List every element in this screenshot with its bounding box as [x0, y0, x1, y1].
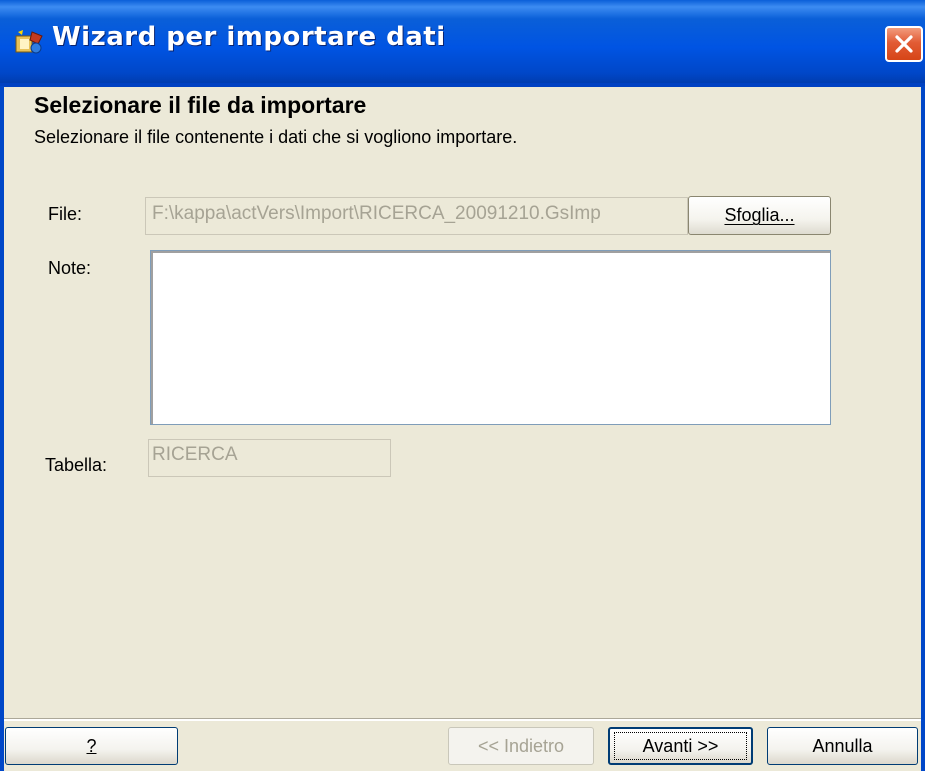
table-name-field: RICERCA	[148, 439, 391, 477]
wizard-dialog: Wizard per importare dati Selezionare il…	[0, 0, 925, 771]
file-label: File:	[48, 204, 83, 224]
footer-separator	[4, 718, 921, 721]
table-label: Tabella:	[45, 455, 108, 475]
page-heading: Selezionare il file da importare	[34, 92, 367, 118]
close-icon	[895, 35, 913, 53]
help-button-label: ?	[86, 736, 97, 756]
wizard-icon	[14, 28, 44, 56]
back-button-label: << Indietro	[477, 736, 565, 756]
window-border-right	[921, 86, 925, 771]
file-path-field: F:\kappa\actVers\Import\RICERCA_20091210…	[145, 197, 688, 235]
window-title: Wizard per importare dati	[52, 22, 446, 52]
note-label: Note:	[48, 258, 92, 278]
next-button-label: Avanti >>	[642, 736, 719, 756]
browse-button[interactable]: Sfoglia...	[688, 196, 831, 235]
back-button[interactable]: << Indietro	[448, 727, 594, 765]
next-button[interactable]: Avanti >>	[608, 727, 753, 765]
title-bar-edge	[0, 83, 925, 87]
browse-button-label: Sfoglia...	[724, 205, 795, 225]
help-button[interactable]: ?	[5, 727, 178, 765]
cancel-button[interactable]: Annulla	[767, 727, 918, 765]
title-bar[interactable]: Wizard per importare dati	[0, 0, 925, 87]
window-border-left	[0, 86, 4, 771]
cancel-button-label: Annulla	[812, 736, 873, 756]
note-textarea[interactable]	[150, 250, 831, 425]
page-subheading: Selezionare il file contenente i dati ch…	[34, 127, 518, 147]
close-button[interactable]	[885, 26, 923, 62]
